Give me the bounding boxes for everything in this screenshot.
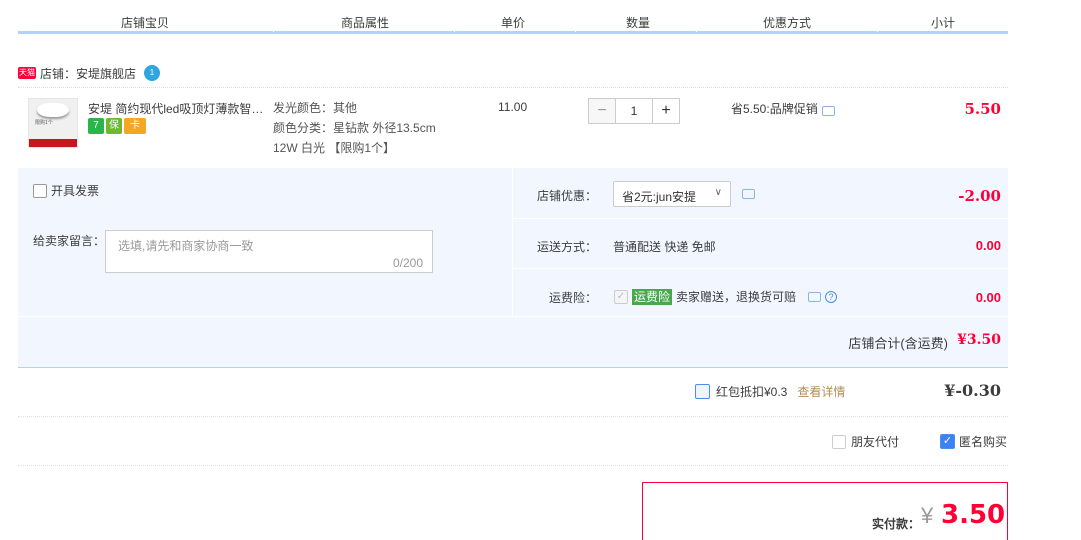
qty-increase-button[interactable]: + — [652, 98, 680, 124]
red-packet-details-link[interactable]: 查看详情 — [797, 383, 845, 400]
shop-discount-value: 省2元:jun安提 — [622, 190, 697, 204]
anonymous-option[interactable]: ✓ 匿名购买 — [940, 433, 1007, 450]
promo-chat-icon[interactable] — [821, 105, 835, 116]
seven-day-return-icon: 7 — [88, 118, 104, 134]
col-divider — [575, 14, 576, 32]
panel-divider — [513, 268, 1008, 269]
insurance-checkbox-disabled: ✓ — [614, 289, 628, 304]
col-header-item: 店铺宝贝 — [120, 16, 169, 30]
invoice-checkbox[interactable] — [33, 183, 47, 198]
panel-divider — [513, 218, 1008, 219]
promo-text: 省5.50:品牌促销 — [731, 102, 818, 116]
anonymous-checkbox-checked[interactable]: ✓ — [940, 434, 955, 449]
item-subtotal: 5.50 — [964, 100, 1001, 118]
product-title[interactable]: 安堤 简约现代led吸顶灯薄款智能卧室灯 — [88, 100, 270, 117]
shop-total-value: ¥3.50 — [957, 332, 1001, 348]
thumb-tag: 限购1个 — [35, 120, 53, 126]
shop-discount-label: 店铺优惠： — [537, 189, 598, 203]
col-divider — [696, 14, 697, 32]
product-properties: 发光颜色：其他 颜色分类：星钻款 外径13.5cm 12W 白光 【限购1个】 — [273, 98, 436, 158]
invoice-option[interactable]: 开具发票 — [33, 182, 99, 199]
thumb-banner — [29, 139, 77, 147]
promotion-info: 省5.50:品牌促销 — [731, 100, 835, 117]
col-divider — [454, 14, 455, 32]
anonymous-label: 匿名购买 — [959, 435, 1008, 449]
qty-input[interactable]: 1 — [616, 98, 652, 124]
insurance-option: ✓ 运费险 卖家赠送，退换货可赔 ? — [614, 288, 838, 305]
shipping-label: 运送方式： — [537, 240, 598, 254]
panel-divider — [18, 316, 1008, 317]
red-packet-row: 红包抵扣¥0.3 查看详情 ¥-0.30 — [18, 368, 1008, 417]
wangwang-chat-icon[interactable]: 1 — [144, 65, 161, 81]
actual-payment-box: 实付款： ¥ 3.50 — [642, 482, 1008, 540]
unit-price: 11.00 — [498, 100, 528, 114]
invoice-label: 开具发票 — [51, 184, 100, 198]
red-packet-checkbox[interactable] — [695, 384, 710, 399]
shipping-value: 普通配送 快递 免邮 — [613, 240, 716, 254]
message-char-count: 0/200 — [392, 256, 423, 270]
prop-spec: 12W 白光 【限购1个】 — [273, 141, 396, 155]
friend-pay-option[interactable]: 朋友代付 — [832, 433, 899, 450]
currency-symbol: ¥ — [921, 503, 934, 528]
red-packet-label: 红包抵扣¥0.3 — [716, 385, 788, 399]
seller-message-input[interactable]: 选填,请先和商家协商一致 0/200 — [105, 230, 433, 273]
chevron-down-icon: ∨ — [714, 187, 722, 198]
col-divider — [273, 14, 274, 32]
shop-name[interactable]: 店铺：安堤旗舰店 — [40, 65, 136, 82]
col-header-price: 单价 — [500, 16, 525, 30]
message-placeholder: 选填,请先和商家协商一致 — [118, 239, 254, 253]
discount-chat-icon[interactable] — [742, 189, 755, 199]
quantity-stepper: − 1 + — [588, 98, 680, 124]
credit-card-icon: 卡 — [124, 118, 146, 134]
guarantee-icon: 保 — [106, 118, 122, 134]
actual-payment-label: 实付款： — [872, 517, 921, 531]
col-divider — [877, 14, 878, 32]
shop-total-label: 店铺合计(含运费) — [848, 336, 948, 351]
friend-pay-checkbox[interactable] — [832, 434, 846, 449]
shop-row: 天猫 店铺：安堤旗舰店 1 — [18, 64, 161, 82]
col-header-discount: 优惠方式 — [762, 16, 811, 30]
lamp-image — [37, 103, 69, 117]
qty-decrease-button[interactable]: − — [588, 98, 616, 124]
order-item-row: 限购1个 安堤 简约现代led吸顶灯薄款智能卧室灯 7 保 卡 发光颜色：其他 … — [18, 87, 1008, 167]
shipping-amount: 0.00 — [975, 238, 1001, 253]
col-header-subtotal: 小计 — [930, 16, 955, 30]
purchase-options-row: 朋友代付 ✓ 匿名购买 — [18, 418, 1008, 466]
insurance-amount: 0.00 — [975, 290, 1001, 305]
col-header-props: 商品属性 — [340, 16, 389, 30]
shop-discount-select[interactable]: 省2元:jun安提 ∨ — [613, 181, 731, 207]
actual-payment-amount: 3.50 — [941, 500, 1006, 530]
insurance-label: 运费险： — [549, 291, 598, 305]
insurance-chat-icon[interactable] — [808, 291, 822, 302]
prop-color-category: 颜色分类：星钻款 外径13.5cm — [273, 121, 436, 135]
product-thumbnail[interactable]: 限购1个 — [28, 98, 78, 148]
panel-divider — [512, 168, 513, 316]
help-icon[interactable]: ? — [825, 290, 838, 303]
order-table-header: 店铺宝贝 商品属性 单价 数量 优惠方式 小计 — [18, 0, 1008, 34]
insurance-desc: 卖家赠送，退换货可赔 — [676, 290, 797, 304]
order-options-panel: 开具发票 给卖家留言： 选填,请先和商家协商一致 0/200 店铺优惠： 省2元… — [18, 168, 1008, 368]
col-header-qty: 数量 — [625, 16, 650, 30]
message-label: 给卖家留言： — [33, 234, 106, 248]
insurance-tag: 运费险 — [632, 288, 673, 305]
shop-discount-amount: -2.00 — [958, 187, 1001, 205]
red-packet-amount: ¥-0.30 — [944, 381, 1001, 400]
prop-light-color: 发光颜色：其他 — [273, 101, 358, 115]
service-badges: 7 保 卡 — [88, 118, 146, 134]
friend-pay-label: 朋友代付 — [851, 435, 900, 449]
red-packet-option[interactable]: 红包抵扣¥0.3 查看详情 — [695, 383, 845, 400]
tmall-icon: 天猫 — [18, 67, 36, 79]
